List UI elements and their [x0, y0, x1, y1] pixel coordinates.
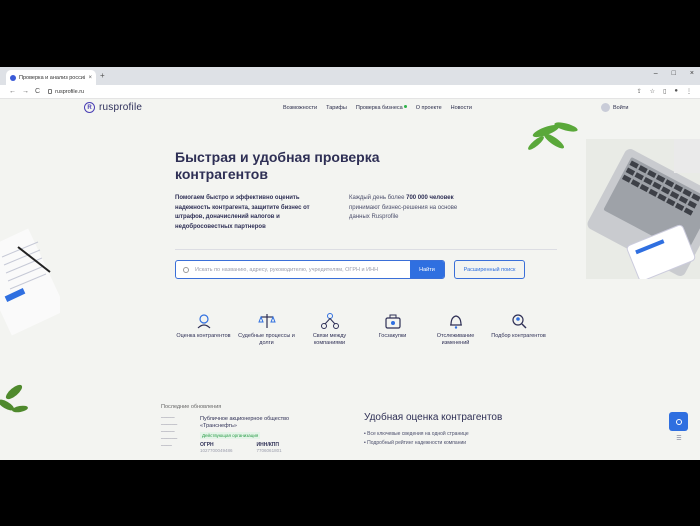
timeline-placeholder: ━━━━━ — [161, 415, 175, 420]
rating-section: Удобная оценка контрагентов Все ключевые… — [364, 412, 544, 448]
site-logo[interactable]: R rusprofile — [84, 102, 142, 113]
feature-label: Судебные процессы и долги — [238, 333, 295, 346]
feature-item-connections[interactable]: Связи между компаниями — [298, 312, 361, 347]
close-window-icon[interactable]: × — [690, 70, 694, 77]
maximize-icon[interactable]: □ — [672, 70, 676, 77]
papers-photo — [0, 228, 60, 413]
hero-stats-suffix: принимают бизнес-решения на основе данны… — [349, 204, 458, 221]
nav-item-features[interactable]: Возможности — [283, 105, 317, 111]
rating-title: Удобная оценка контрагентов — [364, 412, 503, 423]
new-tab-button[interactable]: + — [100, 71, 105, 80]
tab-strip: Проверка и анализ россий × + – □ × — [0, 67, 700, 85]
company-ids: ОГРН 1027700049486 ИНН/КПП 7706061801 — [200, 442, 282, 454]
browser-window: Проверка и анализ россий × + – □ × ← → C… — [0, 67, 700, 460]
search-icon — [183, 266, 189, 273]
timeline-placeholder: ━━━━━━ — [161, 436, 178, 441]
timeline-placeholder: ━━━━━ — [161, 429, 175, 434]
star-icon[interactable]: ☆ — [650, 88, 655, 95]
inn-block: ИНН/КПП 7706061801 — [257, 442, 282, 454]
address-bar: ← → C rusprofile.ru ⇪ ☆ ▯ ● ⋮ — [0, 85, 700, 99]
feature-item-procurement[interactable]: Госзакупки — [361, 312, 424, 347]
new-indicator-dot — [403, 105, 407, 108]
lock-icon — [48, 89, 53, 94]
help-icon: ☰ — [676, 436, 682, 442]
people-search-icon — [511, 314, 526, 329]
timeline-placeholder: ━━━━━━ — [161, 422, 178, 427]
hero-title: Быстрая и удобная проверка контрагентов — [175, 149, 380, 182]
search-icon — [675, 418, 682, 425]
profile-icon[interactable]: ● — [674, 88, 678, 95]
sidebar-icon[interactable]: ▯ — [663, 88, 666, 95]
main-nav: Возможности Тарифы Проверка бизнеса О пр… — [283, 105, 472, 111]
ogrn-value: 1027700049486 — [200, 448, 233, 453]
network-icon — [320, 313, 339, 329]
tab-title: Проверка и анализ россий — [19, 74, 86, 81]
nav-item-pricing[interactable]: Тарифы — [326, 105, 347, 111]
browser-tab[interactable]: Проверка и анализ россий × — [6, 70, 96, 85]
share-icon[interactable]: ⇪ — [637, 88, 642, 95]
hero-stats-count: 700 000 человек — [406, 195, 454, 201]
feature-label: Оценка контрагентов — [176, 333, 231, 339]
floating-help-button[interactable]: ☰ — [672, 435, 686, 453]
updates-heading: Последние обновления — [161, 404, 222, 410]
nav-item-business-check[interactable]: Проверка бизнеса — [356, 105, 407, 111]
logo-text: rusprofile — [99, 102, 143, 113]
logo-icon: R — [84, 102, 95, 113]
search-button[interactable]: Найти — [410, 261, 444, 278]
advanced-search-button[interactable]: Расширенный поиск — [454, 260, 525, 279]
feature-item-selection[interactable]: Подбор контрагентов — [487, 312, 550, 347]
briefcase-icon — [384, 314, 401, 329]
window-controls: – □ × — [654, 70, 694, 77]
url-field[interactable]: rusprofile.ru — [48, 89, 84, 95]
nav-item-business-check-label: Проверка бизнеса — [355, 105, 403, 111]
toolbar-icons: ⇪ ☆ ▯ ● ⋮ — [637, 88, 692, 95]
list-item: Подробный рейтинг надежности компании — [364, 439, 544, 448]
nav-item-about[interactable]: О проекте — [416, 105, 442, 111]
company-card[interactable]: Публичное акционерное общество «Транснеф… — [200, 416, 310, 440]
feature-label: Отслеживание изменений — [436, 333, 475, 346]
feature-item-tracking[interactable]: Отслеживание изменений — [424, 312, 487, 347]
user-icon — [601, 103, 610, 112]
search-bar: Искать по названию, адресу, руководителю… — [175, 260, 445, 279]
ogrn-block: ОГРН 1027700049486 — [200, 442, 233, 454]
feature-list: Оценка контрагентов Судебные процессы и … — [172, 312, 550, 347]
back-icon[interactable]: ← — [9, 88, 16, 95]
login-label: Войти — [613, 104, 629, 111]
search-input[interactable]: Искать по названию, адресу, руководителю… — [195, 267, 410, 273]
menu-icon[interactable]: ⋮ — [686, 88, 692, 95]
feature-label: Госзакупки — [378, 333, 407, 339]
floating-search-button[interactable] — [669, 412, 688, 431]
timeline-placeholder: ━━━━ — [161, 443, 172, 448]
laptop-photo — [528, 122, 700, 279]
url-text: rusprofile.ru — [55, 88, 85, 95]
list-item: Все ключевые сведения на одной странице — [364, 430, 544, 439]
status-badge: Действующая организация — [200, 432, 261, 439]
nav-item-news[interactable]: Новости — [451, 105, 472, 111]
feature-label: Подбор контрагентов — [491, 333, 546, 339]
minimize-icon[interactable]: – — [654, 70, 658, 77]
feature-item-rating[interactable]: Оценка контрагентов — [172, 312, 235, 347]
rating-list: Все ключевые сведения на одной странице … — [364, 430, 544, 448]
updates-timeline: ━━━━━ ━━━━━━ ━━━━━ ━━━━━━ ━━━━ — [161, 414, 197, 449]
hero-divider — [175, 249, 557, 250]
feature-label: Связи между компаниями — [312, 333, 347, 346]
close-tab-icon[interactable]: × — [88, 75, 92, 81]
forward-icon[interactable]: → — [22, 88, 29, 95]
scales-icon — [257, 314, 276, 328]
hero-stats: Каждый день более 700 000 человек приним… — [349, 194, 459, 223]
company-name: Публичное акционерное общество «Транснеф… — [200, 416, 290, 429]
inn-value: 7706061801 — [256, 448, 282, 453]
bell-icon — [449, 315, 462, 329]
login-button[interactable]: Войти — [601, 103, 628, 112]
latest-updates: Последние обновления ━━━━━ ━━━━━━ ━━━━━ … — [161, 404, 361, 453]
favicon-icon — [10, 74, 16, 81]
feature-item-courts[interactable]: Судебные процессы и долги — [235, 312, 298, 347]
badge-check-icon — [197, 314, 210, 329]
hero-description: Помогаем быстро и эффективно оценить над… — [175, 195, 310, 230]
reload-icon[interactable]: C — [35, 88, 40, 95]
hero-stats-prefix: Каждый день более — [349, 195, 405, 201]
